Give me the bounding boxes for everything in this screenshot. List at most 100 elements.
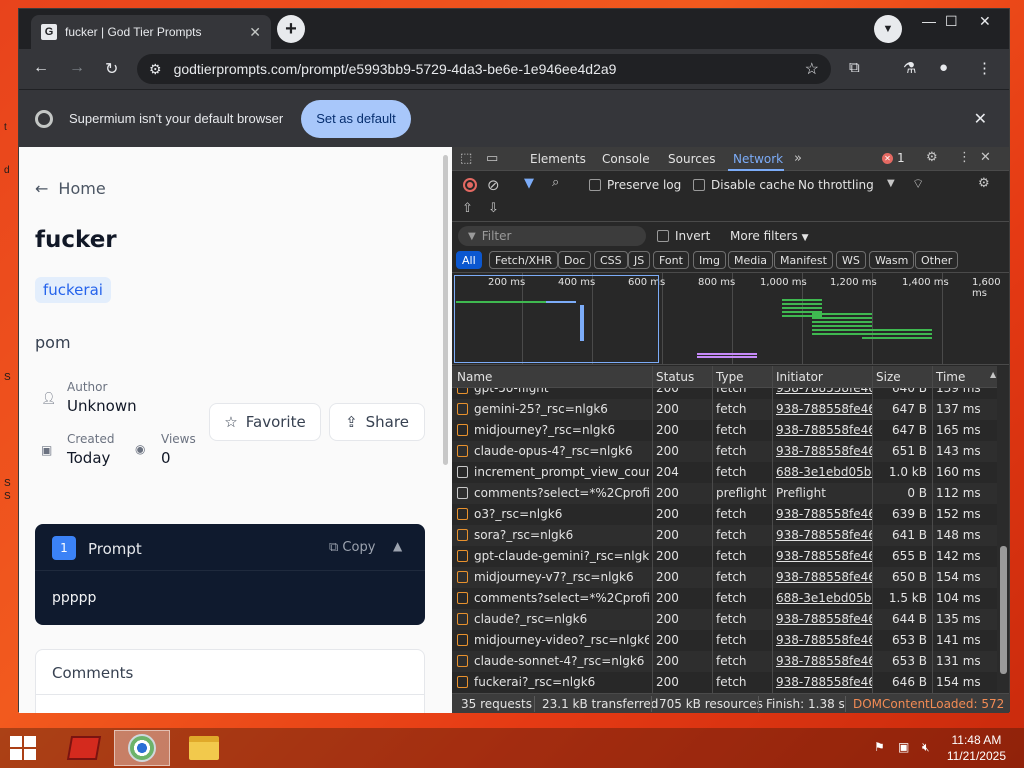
url-text[interactable]: godtierprompts.com/prompt/e5993bb9-5729-… [174,61,805,77]
favorite-button[interactable]: ☆ Favorite [209,403,321,441]
address-bar[interactable]: ⚙ godtierprompts.com/prompt/e5993bb9-572… [137,54,831,84]
column-initiator[interactable]: Initiator [776,370,823,384]
network-conditions-icon[interactable]: ⌔ [912,176,924,192]
tab-sources[interactable]: Sources [668,152,715,166]
chevron-up-icon[interactable]: ▲ [393,539,402,553]
cell-initiator[interactable]: 938-788558fe46bl [776,549,872,563]
forward-button[interactable]: → [69,59,85,77]
device-toolbar-icon[interactable]: ▭ [486,151,498,166]
table-row[interactable]: claude-sonnet-4?_rsc=nlgk6 200 fetch 938-78… [452,651,997,672]
table-row[interactable]: comments?select=*%2Cprofile... 200 fetch 68… [452,588,997,609]
cell-initiator[interactable]: 938-788558fe46bl [776,675,872,689]
close-window-button[interactable]: ✕ [979,13,991,30]
cell-initiator[interactable]: 938-788558fe46bl [776,612,872,626]
preserve-log-checkbox[interactable] [589,179,601,191]
new-tab-button[interactable]: + [277,15,305,43]
close-tab-icon[interactable]: ✕ [249,24,261,41]
overview-selection[interactable] [454,275,659,363]
column-time[interactable]: Time [936,370,965,384]
table-row[interactable]: o3?_rsc=nlgk6 200 fetch 938-788558fe46bl 639… [452,504,997,525]
chevron-down-icon[interactable]: ▼ [887,178,895,189]
type-filter-media[interactable]: Media [728,251,774,269]
menu-icon[interactable]: ⋮ [977,59,992,77]
type-filter-all[interactable]: All [456,251,482,269]
cell-initiator[interactable]: 688-3e1ebd05b04 [776,591,872,605]
taskbar-app-browser[interactable] [114,730,170,766]
share-button[interactable]: ⇪ Share [329,403,425,441]
browser-tab[interactable]: G fucker | God Tier Prompts ✕ [31,15,271,49]
table-row[interactable]: comments?select=*%2Cprofile... 200 preflig… [452,483,997,504]
type-filter-ws[interactable]: WS [836,251,866,269]
cell-initiator[interactable]: 938-788558fe46bl [776,507,872,521]
tab-elements[interactable]: Elements [530,152,586,166]
start-button[interactable] [10,736,36,760]
table-row[interactable]: increment_prompt_view_count 204 fetch 688-3… [452,462,997,483]
close-devtools-icon[interactable]: ✕ [980,150,991,165]
volume-muted-icon[interactable]: 🔇︎ [922,740,930,755]
site-info-icon[interactable]: ⚙ [149,61,162,78]
invert-checkbox[interactable] [657,230,669,242]
taskbar-app-file-explorer[interactable] [176,730,232,766]
home-link[interactable]: ← Home [35,179,106,198]
reload-button[interactable]: ↻ [105,59,118,79]
maximize-button[interactable]: ☐ [945,13,958,30]
table-row[interactable]: gpt-claude-gemini?_rsc=nlgk6 200 fetch 938-… [452,546,997,567]
export-har-icon[interactable]: ⇩ [488,201,499,216]
table-row[interactable]: gemini-25?_rsc=nlgk6 200 fetch 938-788558fe… [452,399,997,420]
taskbar-app-recorder[interactable] [56,730,112,766]
inspect-element-icon[interactable]: ⬚ [460,151,472,166]
page-scrollbar[interactable] [443,155,448,465]
bookmark-star-icon[interactable]: ☆ [805,59,819,79]
table-row[interactable]: midjourney-v7?_rsc=nlgk6 200 fetch 938-7885… [452,567,997,588]
devtools-menu-icon[interactable]: ⋮ [958,150,971,165]
request-table-scrollbar[interactable] [997,366,1009,693]
search-icon[interactable]: ⌕ [552,175,559,190]
cell-initiator[interactable]: Preflight [776,486,872,500]
table-row[interactable]: midjourney-video?_rsc=nlgk6 200 fetch 938-7… [452,630,997,651]
disable-cache-checkbox[interactable] [693,179,705,191]
filter-funnel-icon[interactable]: ▼ [524,176,534,191]
scrollbar-thumb[interactable] [1000,546,1007,674]
type-filter-doc[interactable]: Doc [558,251,592,269]
column-type[interactable]: Type [716,370,744,384]
type-filter-other[interactable]: Other [915,251,959,269]
cell-initiator[interactable]: 938-788558fe46bl [776,528,872,542]
type-filter-wasm[interactable]: Wasm [869,251,915,269]
network-overview-timeline[interactable]: 200 ms 400 ms 600 ms 800 ms 1,000 ms 1,2… [452,273,1009,365]
tab-network[interactable]: Network [733,152,783,166]
table-row[interactable]: claude-opus-4?_rsc=nlgk6 200 fetch 938-7885… [452,441,997,462]
table-row[interactable]: sora?_rsc=nlgk6 200 fetch 938-788558fe46bl 6… [452,525,997,546]
record-button[interactable] [463,178,477,192]
table-row[interactable]: fuckerai?_rsc=nlgk6 200 fetch 938-788558fe4… [452,672,997,693]
copy-button[interactable]: ⧉ Copy [329,540,375,555]
throttling-select[interactable]: No throttling [798,178,874,192]
error-count-badge[interactable]: ✕ 1 [882,151,905,165]
cell-initiator[interactable]: 688-3e1ebd05b04 [776,465,872,479]
extensions-icon[interactable]: ⧉ [849,59,860,76]
profile-icon[interactable]: ● [939,59,948,76]
network-icon[interactable]: ▣ [898,740,909,754]
more-filters-button[interactable]: More filters ▼ [730,229,808,243]
table-row[interactable]: gpt-5o-flight 200 fetch 938-788558fe46bl 640… [452,388,997,399]
labs-icon[interactable]: ⚗ [903,59,916,77]
network-settings-gear-icon[interactable]: ⚙ [978,176,990,191]
column-size[interactable]: Size [876,370,901,384]
type-filter-manifest[interactable]: Manifest [774,251,833,269]
cell-initiator[interactable]: 938-788558fe46bl [776,633,872,647]
import-har-icon[interactable]: ⇧ [462,201,473,216]
cell-initiator[interactable]: 938-788558fe46bl [776,402,872,416]
column-status[interactable]: Status [656,370,694,384]
column-name[interactable]: Name [457,370,492,384]
cell-initiator[interactable]: 938-788558fe46bl [776,570,872,584]
cell-initiator[interactable]: 938-788558fe46bl [776,444,872,458]
set-default-button[interactable]: Set as default [301,99,411,138]
more-tabs-icon[interactable]: » [794,151,802,166]
table-row[interactable]: claude?_rsc=nlgk6 200 fetch 938-788558fe46b… [452,609,997,630]
system-clock[interactable]: 11:48 AM 11/21/2025 [947,732,1006,764]
flag-icon[interactable]: ⚑ [874,740,885,754]
type-filter-fetch-xhr[interactable]: Fetch/XHR [489,251,558,269]
type-filter-img[interactable]: Img [693,251,726,269]
type-filter-font[interactable]: Font [653,251,689,269]
cell-initiator[interactable]: 938-788558fe46bl [776,388,872,395]
type-filter-js[interactable]: JS [628,251,651,269]
